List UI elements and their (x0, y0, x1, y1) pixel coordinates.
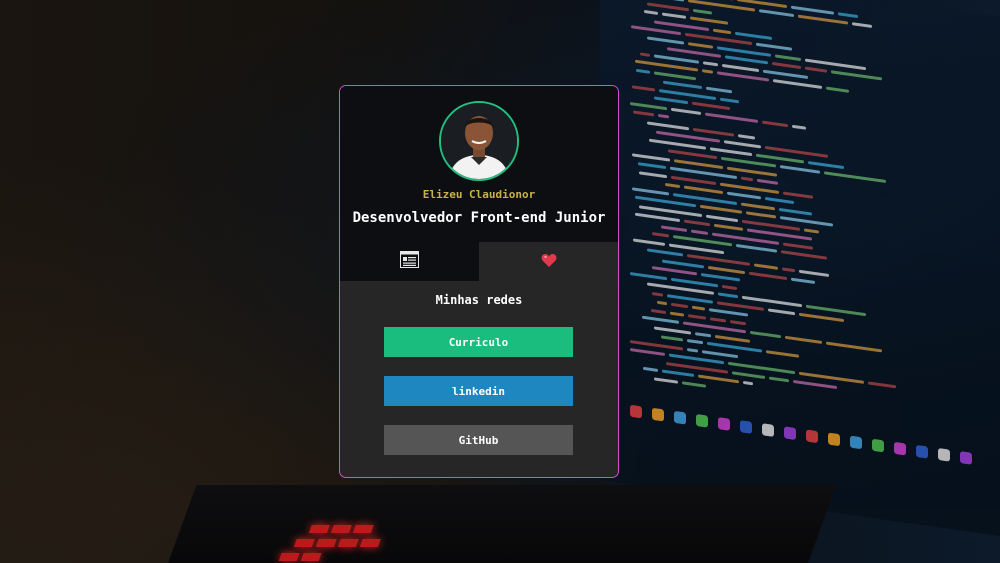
heart-icon (541, 252, 557, 272)
keyboard-image (163, 485, 837, 563)
profile-card: Elizeu Claudionor Desenvolvedor Front-en… (339, 85, 619, 478)
linkedin-button[interactable]: linkedin (384, 376, 573, 406)
tab-bar (340, 242, 618, 281)
profile-name: Elizeu Claudionor (422, 188, 536, 201)
avatar (439, 101, 519, 181)
curriculo-button[interactable]: Curriculo (384, 327, 573, 357)
tab-networks[interactable] (479, 242, 618, 281)
github-button[interactable]: GitHub (384, 425, 573, 455)
profile-header: Elizeu Claudionor Desenvolvedor Front-en… (340, 86, 618, 242)
profile-role: Desenvolvedor Front-end Junior (352, 210, 606, 226)
document-icon (400, 251, 419, 272)
tab-info[interactable] (340, 242, 479, 281)
section-title: Minhas redes (435, 293, 523, 307)
